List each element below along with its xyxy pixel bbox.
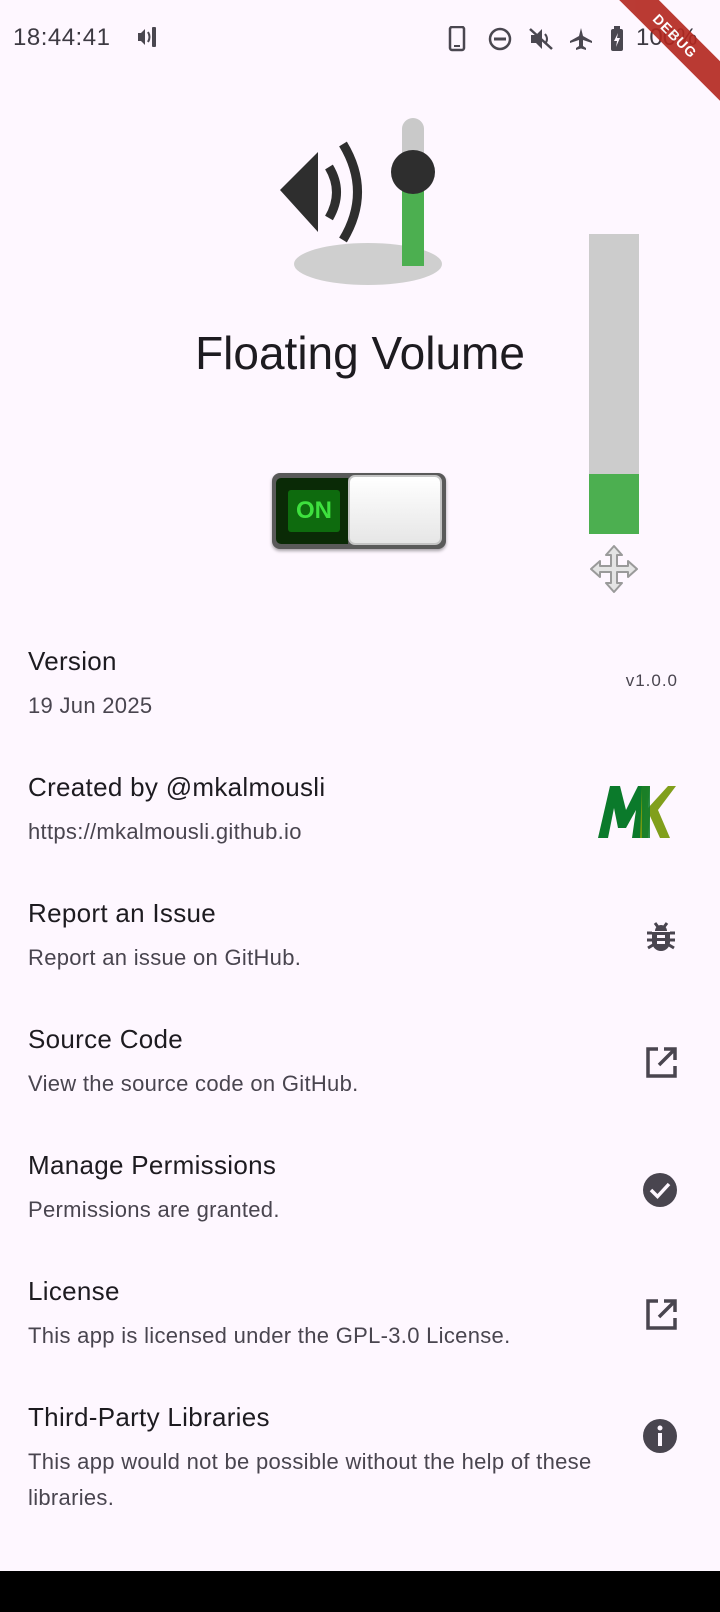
move-arrows-icon[interactable] — [589, 544, 639, 599]
check-circle-icon — [642, 1172, 678, 1213]
phone-icon — [448, 25, 466, 57]
volume-level-fill — [589, 474, 639, 534]
open-external-icon — [644, 1298, 678, 1337]
info-list: Version 19 Jun 2025 v1.0.0 Created by @m… — [0, 622, 720, 1528]
volume-vibrate-icon — [136, 24, 160, 55]
system-navigation-bar — [0, 1571, 720, 1612]
floating-volume-toggle[interactable]: ON — [272, 473, 446, 549]
tile-subtitle: Permissions are granted. — [28, 1197, 280, 1222]
tile-subtitle: This app would not be possible without t… — [28, 1449, 592, 1510]
tile-subtitle: https://mkalmousli.github.io — [28, 819, 302, 844]
airplane-icon — [568, 26, 594, 57]
tile-title: Report an Issue — [28, 898, 217, 928]
battery-icon — [609, 26, 625, 57]
tile-title: Created by @mkalmousli — [28, 772, 326, 802]
tile-title: Third-Party Libraries — [28, 1402, 270, 1432]
tile-title: Manage Permissions — [28, 1150, 277, 1180]
toggle-on-side: ON — [276, 478, 348, 544]
toggle-knob[interactable] — [348, 475, 442, 545]
status-bar: 18:44:41 100% DEBUG — [0, 0, 720, 107]
tile-title: Source Code — [28, 1024, 184, 1054]
creator-tile[interactable]: Created by @mkalmousli https://mkalmousl… — [0, 748, 720, 874]
mk-logo-icon — [596, 782, 676, 845]
do-not-disturb-icon — [487, 26, 513, 57]
tile-title: License — [28, 1276, 120, 1306]
open-external-icon — [644, 1046, 678, 1085]
info-icon — [642, 1418, 678, 1459]
report-issue-tile[interactable]: Report an Issue Report an issue on GitHu… — [0, 874, 720, 1000]
tile-subtitle: 19 Jun 2025 — [28, 693, 153, 718]
bug-icon — [644, 920, 678, 959]
volume-slider[interactable] — [589, 234, 639, 534]
speaker-slider-icon — [280, 118, 442, 285]
tile-subtitle: View the source code on GitHub. — [28, 1071, 359, 1096]
status-time: 18:44:41 — [13, 24, 111, 51]
source-code-tile[interactable]: Source Code View the source code on GitH… — [0, 1000, 720, 1126]
manage-permissions-tile[interactable]: Manage Permissions Permissions are grant… — [0, 1126, 720, 1252]
tile-title: Version — [28, 646, 117, 676]
license-tile[interactable]: License This app is licensed under the G… — [0, 1252, 720, 1378]
version-tile[interactable]: Version 19 Jun 2025 v1.0.0 — [0, 622, 720, 748]
version-number: v1.0.0 — [625, 671, 678, 690]
toggle-on-label: ON — [288, 490, 340, 532]
mute-icon — [528, 26, 554, 57]
tile-subtitle: Report an issue on GitHub. — [28, 945, 302, 970]
tile-subtitle: This app is licensed under the GPL-3.0 L… — [28, 1323, 511, 1348]
third-party-libraries-tile[interactable]: Third-Party Libraries This app would not… — [0, 1378, 720, 1528]
app-logo — [276, 112, 446, 295]
